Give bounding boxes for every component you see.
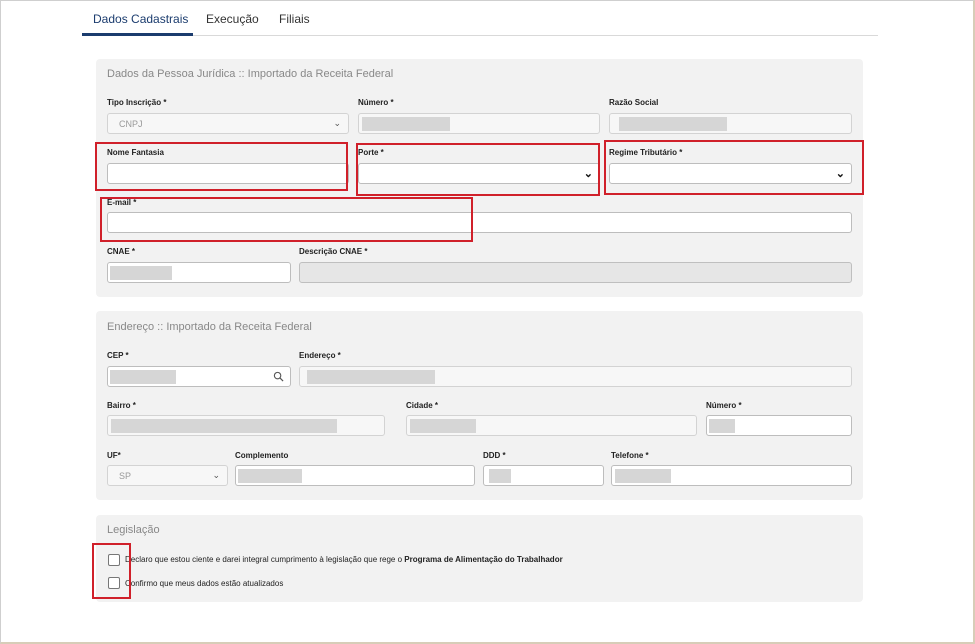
redacted-value <box>362 117 450 131</box>
bairro-label: Bairro * <box>107 401 136 410</box>
chevron-down-icon: ⌄ <box>212 470 220 480</box>
redacted-value <box>619 117 727 131</box>
cep-input[interactable] <box>107 366 291 387</box>
endereco-label: Endereço * <box>299 351 341 360</box>
redacted-value <box>110 266 172 280</box>
redacted-value <box>615 469 671 483</box>
endereco-section: Endereço :: Importado da Receita Federal… <box>96 311 863 500</box>
uf-label: UF* <box>107 451 121 460</box>
programa-link: Programa de Alimentação do Trabalhador <box>404 555 563 564</box>
uf-select[interactable]: SP ⌄ <box>107 465 228 486</box>
tipo-inscricao-select[interactable]: CNPJ ⌄ <box>107 113 349 134</box>
tab-dados-cadastrais[interactable]: Dados Cadastrais <box>93 12 188 26</box>
numero-field[interactable] <box>358 113 600 134</box>
cidade-label: Cidade * <box>406 401 439 410</box>
redacted-value <box>111 419 337 433</box>
redacted-value <box>110 370 176 384</box>
declaro-text: Declaro que estou ciente e darei integra… <box>125 555 563 564</box>
highlight-porte <box>356 143 600 196</box>
cep-label: CEP * <box>107 351 129 360</box>
section-title: Endereço :: Importado da Receita Federal <box>107 321 312 333</box>
cidade-field[interactable] <box>406 415 697 436</box>
endereco-field[interactable] <box>299 366 852 387</box>
tipo-inscricao-value: CNPJ <box>119 119 143 129</box>
section-title: Legislação <box>107 524 160 536</box>
tab-bar: Dados Cadastrais Execução Filiais <box>82 0 878 36</box>
tab-filiais[interactable]: Filiais <box>279 12 310 26</box>
highlight-email <box>100 197 473 242</box>
highlight-checkboxes <box>92 543 131 599</box>
ddd-input[interactable] <box>483 465 604 486</box>
bairro-field[interactable] <box>107 415 385 436</box>
razao-social-label: Razão Social <box>609 98 659 107</box>
cnae-label: CNAE * <box>107 247 136 256</box>
redacted-value <box>709 419 735 433</box>
section-title: Dados da Pessoa Jurídica :: Importado da… <box>107 68 394 80</box>
tipo-inscricao-label: Tipo Inscrição * <box>107 98 167 107</box>
cnae-field[interactable] <box>107 262 291 283</box>
redacted-value <box>307 370 435 384</box>
telefone-input[interactable] <box>611 465 852 486</box>
declaro-prefix: Declaro que estou ciente e darei integra… <box>125 555 405 564</box>
uf-value: SP <box>119 471 132 481</box>
tab-execucao[interactable]: Execução <box>206 12 259 26</box>
redacted-value <box>410 419 476 433</box>
telefone-label: Telefone * <box>611 451 649 460</box>
confirmo-text: Confirmo que meus dados estão atualizado… <box>125 579 284 588</box>
descricao-cnae-label: Descrição CNAE * <box>299 247 368 256</box>
active-tab-indicator <box>82 33 193 36</box>
numero-label: Número * <box>358 98 394 107</box>
chevron-down-icon: ⌄ <box>333 118 341 128</box>
razao-social-field[interactable] <box>609 113 852 134</box>
complemento-label: Complemento <box>235 451 289 460</box>
search-icon[interactable] <box>273 371 284 382</box>
complemento-input[interactable] <box>235 465 475 486</box>
highlight-nome-fantasia <box>95 142 348 191</box>
redacted-value <box>489 469 511 483</box>
legislacao-section: Legislação Declaro que estou ciente e da… <box>96 515 863 602</box>
highlight-regime-tributario <box>604 140 864 195</box>
numero-endereco-input[interactable] <box>706 415 852 436</box>
numero-endereco-label: Número * <box>706 401 742 410</box>
descricao-cnae-field[interactable] <box>299 262 852 283</box>
redacted-value <box>238 469 302 483</box>
ddd-label: DDD * <box>483 451 506 460</box>
